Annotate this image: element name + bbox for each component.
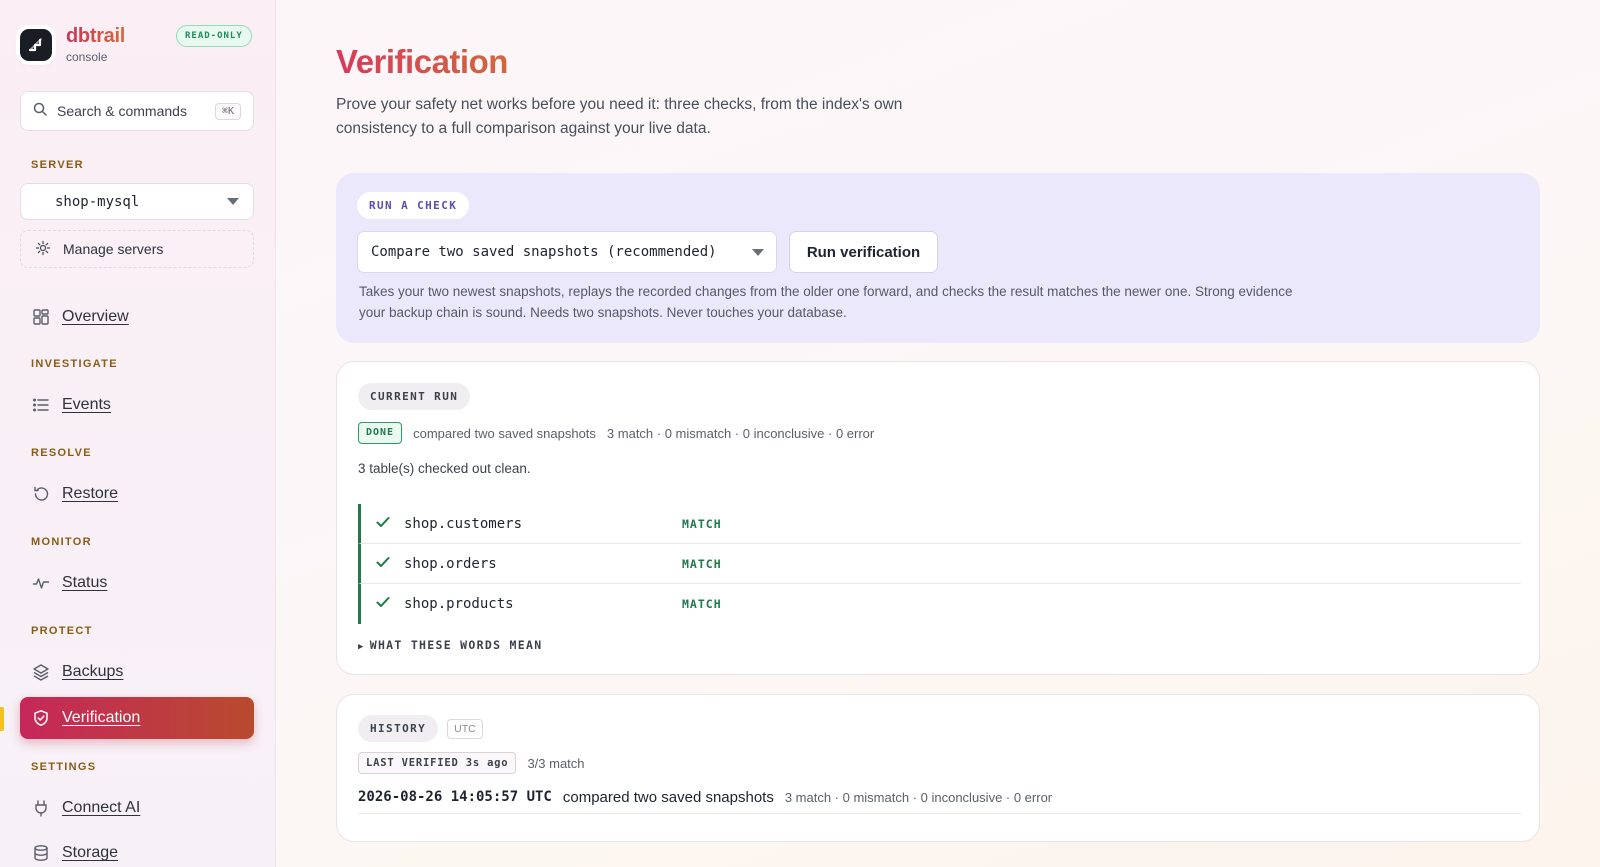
sidebar-item-overview[interactable]: Overview: [20, 296, 254, 338]
table-result: MATCH: [682, 516, 722, 531]
check-type-select[interactable]: Compare two saved snapshots (recommended…: [357, 231, 777, 273]
last-verified-badge: LAST VERIFIED 3s ago: [358, 752, 517, 774]
table-result: MATCH: [682, 597, 722, 611]
table-row: shop.orders MATCH: [358, 544, 1521, 584]
database-icon: [32, 844, 50, 862]
table-row: shop.customers MATCH: [358, 504, 1521, 544]
search-placeholder: Search & commands: [57, 103, 187, 119]
history-row[interactable]: 2026-08-26 14:05:57 UTC compared two sav…: [358, 781, 1521, 814]
list-icon: [32, 396, 50, 414]
run-check-card: RUN A CHECK Compare two saved snapshots …: [336, 173, 1540, 343]
search-shortcut: ⌘K: [214, 102, 241, 120]
history-header: HISTORY UTC: [358, 715, 483, 742]
status-badge: DONE: [358, 422, 403, 444]
app-name: dbtrail: [66, 25, 126, 47]
table-name: shop.products: [404, 596, 514, 612]
run-result-text: 3 table(s) checked out clean.: [358, 461, 531, 476]
last-verified-line: LAST VERIFIED 3s ago 3/3 match: [358, 752, 585, 774]
glossary-disclosure-label: WHAT THESE WORDS MEAN: [369, 638, 543, 652]
section-label-protect: PROTECT: [31, 625, 93, 637]
timezone-badge: UTC: [447, 718, 483, 739]
search-button[interactable]: Search & commands ⌘K: [20, 91, 254, 131]
sidebar-item-restore[interactable]: Restore: [20, 473, 254, 515]
run-kind: compared two saved snapshots: [413, 425, 596, 441]
current-run-label: CURRENT RUN: [358, 383, 471, 410]
sidebar-item-label: Status: [62, 574, 108, 591]
table-results-list: shop.customers MATCH shop.orders MATCH s…: [358, 504, 1521, 624]
server-selected-value: shop-mysql: [55, 193, 140, 210]
grid-icon: [32, 308, 50, 326]
app-logo-icon: [20, 29, 52, 61]
history-card: HISTORY UTC LAST VERIFIED 3s ago 3/3 mat…: [336, 694, 1540, 842]
app-subtitle: console: [66, 50, 108, 64]
history-kind: compared two saved snapshots: [562, 788, 774, 806]
sidebar-item-connect-ai[interactable]: Connect AI: [20, 787, 254, 829]
table-result: MATCH: [682, 556, 722, 571]
section-label-monitor: MONITOR: [31, 536, 92, 548]
check-icon: [376, 515, 392, 533]
sidebar-item-verification[interactable]: Verification: [20, 697, 254, 739]
sidebar-item-label: Restore: [62, 485, 119, 502]
check-type-selected-value: Compare two saved snapshots (recommended…: [371, 244, 717, 260]
search-icon: [33, 102, 47, 121]
last-verified-summary: 3/3 match: [527, 755, 585, 771]
sidebar-item-label: Storage: [62, 844, 119, 861]
chevron-down-icon: [227, 198, 239, 205]
pulse-icon: [32, 574, 50, 592]
table-name: shop.orders: [404, 555, 497, 572]
section-label-settings: SETTINGS: [31, 761, 97, 773]
page-description: Prove your safety net works before you n…: [336, 96, 903, 137]
restore-icon: [32, 485, 50, 503]
check-icon: [376, 555, 392, 573]
sidebar-item-label: Connect AI: [62, 799, 141, 816]
disclosure-triangle-icon: ▶: [358, 642, 365, 652]
active-indicator: [0, 707, 4, 731]
sidebar-item-events[interactable]: Events: [20, 384, 254, 426]
sidebar-item-label: Backups: [62, 663, 124, 680]
server-select[interactable]: shop-mysql: [20, 183, 254, 220]
sidebar-item-label: Overview: [62, 308, 129, 325]
section-label-server: SERVER: [31, 159, 84, 171]
run-verification-button[interactable]: Run verification: [789, 231, 938, 273]
sidebar-item-status[interactable]: Status: [20, 562, 254, 604]
section-label-investigate: INVESTIGATE: [31, 358, 118, 370]
chevron-down-icon: [752, 248, 764, 256]
manage-servers-label: Manage servers: [63, 241, 164, 257]
history-timestamp: 2026-08-26 14:05:57 UTC: [358, 789, 552, 805]
main-content: Verification Prove your safety net works…: [277, 0, 1600, 867]
glossary-disclosure[interactable]: ▶ WHAT THESE WORDS MEAN: [358, 638, 542, 652]
table-row: shop.products MATCH: [358, 584, 1521, 624]
sidebar: dbtrail console READ-ONLY Search & comma…: [0, 0, 276, 867]
sidebar-item-backups[interactable]: Backups: [20, 651, 254, 693]
run-summary: 3 match · 0 mismatch · 0 inconclusive · …: [606, 425, 875, 441]
sidebar-item-storage[interactable]: Storage: [20, 832, 254, 867]
sidebar-item-label: Verification: [62, 709, 141, 726]
brand[interactable]: dbtrail console: [20, 26, 125, 64]
shield-check-icon: [32, 709, 50, 727]
check-description: Takes your two newest snapshots, replays…: [359, 284, 1293, 320]
plug-icon: [32, 799, 50, 817]
read-only-badge: READ-ONLY: [176, 25, 252, 47]
manage-servers-button[interactable]: Manage servers: [20, 230, 254, 268]
section-label-resolve: RESOLVE: [31, 447, 92, 459]
page-title: Verification: [336, 43, 508, 80]
sidebar-item-label: Events: [62, 396, 111, 413]
history-label: HISTORY: [358, 715, 439, 742]
gear-icon: [35, 240, 53, 258]
layers-icon: [32, 663, 50, 681]
table-name: shop.customers: [404, 515, 523, 532]
run-check-label: RUN A CHECK: [357, 192, 470, 219]
run-status-line: DONE compared two saved snapshots 3 matc…: [358, 422, 874, 444]
history-summary: 3 match · 0 mismatch · 0 inconclusive · …: [784, 789, 1053, 805]
current-run-card: CURRENT RUN DONE compared two saved snap…: [336, 361, 1540, 675]
check-icon: [376, 595, 392, 613]
